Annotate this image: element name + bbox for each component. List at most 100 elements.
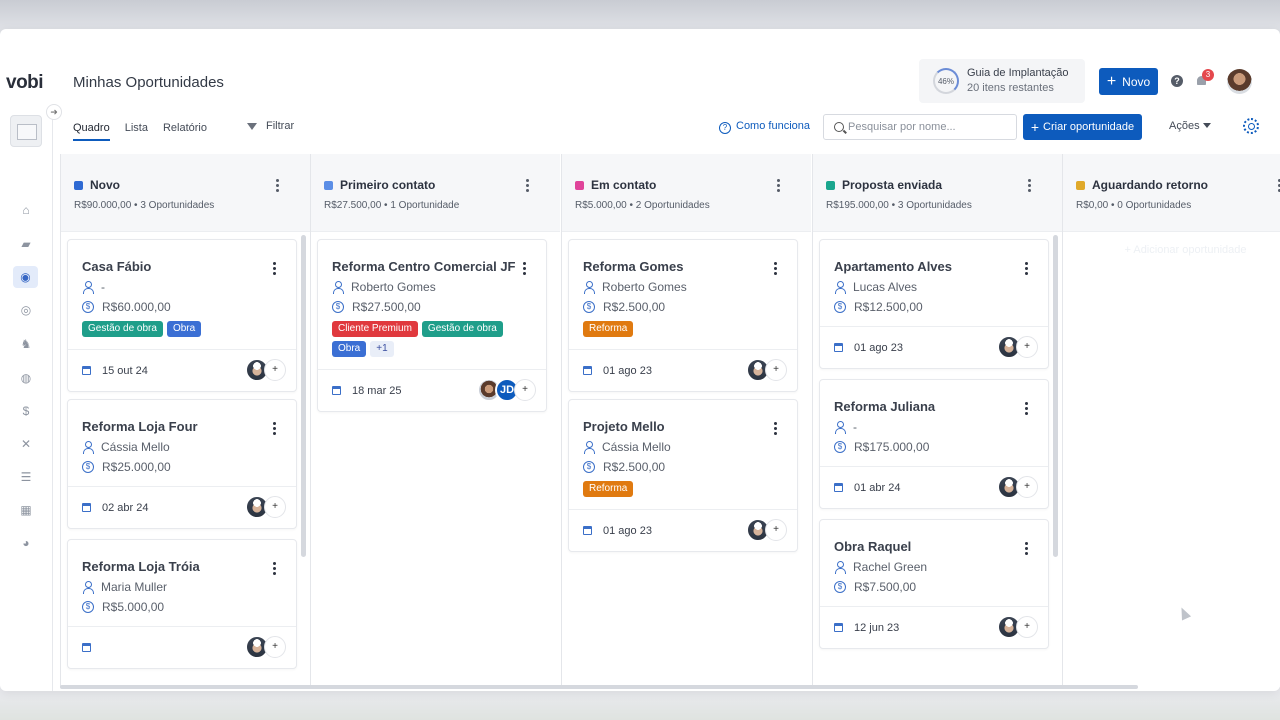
app-logo[interactable]: vobi [6,72,44,94]
tab-relatorio[interactable]: Relatório [163,122,207,134]
tag-badge[interactable]: Gestão de obra [82,321,163,337]
notification-badge: 3 [1202,69,1214,81]
dollar-icon: $ [82,301,94,313]
add-assignee-button[interactable]: + [264,359,286,381]
add-assignee-button[interactable]: + [1016,476,1038,498]
column-header: Em contato R$5.000,00 • 2 Oportunidades [562,154,811,232]
column-header: Novo R$90.000,00 • 3 Oportunidades [61,154,310,232]
column-title: Aguardando retorno [1092,178,1208,192]
card-menu-icon[interactable] [1025,262,1028,277]
column-summary: R$27.500,00 • 1 Oportunidade [324,200,460,211]
card-menu-icon[interactable] [774,262,777,277]
card-menu-icon[interactable] [1025,542,1028,557]
opportunity-card[interactable]: Apartamento Alves Lucas Alves $ R$12.500,… [819,239,1049,369]
opportunity-card[interactable]: Reforma Loja Tróia Maria Muller $ R$5.000… [67,539,297,669]
how-it-works-link[interactable]: ? Como funciona [719,120,810,134]
actions-dropdown[interactable]: Ações [1169,120,1211,132]
column-menu-icon[interactable] [526,179,530,194]
gear-icon[interactable] [1243,118,1259,134]
horizontal-scrollbar[interactable] [60,685,1138,689]
sidebar-compass-icon[interactable]: ◎ [18,303,34,317]
tag-badge[interactable]: Obra [166,321,202,337]
tag-badge[interactable]: Reforma [583,481,634,497]
add-assignee-button[interactable]: + [1016,616,1038,638]
card-menu-icon[interactable] [273,262,276,277]
opportunity-card[interactable]: Reforma Centro Comercial JF Roberto Gome… [317,239,547,412]
add-assignee-button[interactable]: + [264,636,286,658]
card-date: 01 ago 23 [603,524,652,537]
sidebar-divider [52,107,53,691]
card-title: Obra Raquel [834,539,912,554]
plus-icon: + [1106,72,1117,90]
tag-badge[interactable]: Reforma [583,321,634,337]
assignee-avatars: + [997,335,1038,359]
sidebar-dollar-icon[interactable]: $ [18,404,34,418]
sidebar-apps-icon[interactable]: ▦ [18,503,34,517]
card-footer: 18 mar 25 JD + [318,369,546,411]
tag-badge[interactable]: Obra [332,341,367,357]
column-menu-icon[interactable] [276,179,280,194]
new-button[interactable]: + Novo [1099,68,1158,95]
vertical-scrollbar[interactable] [301,235,306,557]
column-4: Aguardando retorno R$0,00 • 0 Oportunida… [1062,154,1280,687]
tag-badge[interactable]: Cliente Premium [332,321,418,337]
opportunity-card[interactable]: Reforma Gomes Roberto Gomes $ R$2.500,00 … [568,239,798,392]
column-menu-icon[interactable] [1028,179,1032,194]
assignee-avatars: + [997,615,1038,639]
sidebar-handshake-icon[interactable]: ◉ [13,266,38,288]
actions-label: Ações [1169,120,1200,132]
create-opportunity-button[interactable]: + Criar oportunidade [1023,114,1142,140]
vertical-scrollbar[interactable] [1053,235,1058,557]
card-client: Cássia Mello [101,440,170,454]
search-box[interactable] [823,114,1017,140]
sidebar-list-icon[interactable]: ☰ [18,470,34,484]
help-icon[interactable]: ? [1171,75,1183,87]
filter-button[interactable]: Filtrar [247,120,294,132]
column-menu-icon[interactable] [777,179,781,194]
dollar-icon: $ [834,581,846,593]
assignee-avatars: + [746,358,787,382]
add-assignee-button[interactable]: + [765,359,787,381]
dollar-icon: $ [834,301,846,313]
card-menu-icon[interactable] [1025,402,1028,417]
column-header: Proposta enviada R$195.000,00 • 3 Oportu… [813,154,1062,232]
company-thumbnail[interactable] [10,115,42,147]
search-input[interactable] [848,121,1008,133]
column-summary: R$5.000,00 • 2 Oportunidades [575,200,710,211]
add-opportunity-link[interactable]: + Adicionar oportunidade [1073,244,1280,256]
card-menu-icon[interactable] [273,562,276,577]
opportunity-card[interactable]: Reforma Loja Four Cássia Mello $ R$25.000… [67,399,297,529]
user-avatar[interactable] [1227,69,1252,94]
tag-badge[interactable]: +1 [370,341,394,357]
add-assignee-button[interactable]: + [765,519,787,541]
tab-quadro[interactable]: Quadro [73,122,110,134]
card-menu-icon[interactable] [523,262,526,277]
opportunity-card[interactable]: Casa Fábio - $ R$60.000,00 Gestão de obra… [67,239,297,392]
sidebar-team-icon[interactable]: ◕ [18,536,34,550]
sidebar-tools-icon[interactable]: ✕ [18,437,34,451]
opportunity-card[interactable]: Reforma Juliana - $ R$175.000,00 01 abr 2… [819,379,1049,509]
card-value: R$2.500,00 [603,300,666,314]
add-assignee-button[interactable]: + [1016,336,1038,358]
card-menu-icon[interactable] [273,422,276,437]
opportunity-card[interactable]: Obra Raquel Rachel Green $ R$7.500,00 12 … [819,519,1049,649]
card-value: R$25.000,00 [102,460,171,474]
opportunity-card[interactable]: Projeto Mello Cássia Mello $ R$2.500,00 R… [568,399,798,552]
sidebar-folder-icon[interactable]: ▰ [18,237,34,251]
card-date: 01 ago 23 [603,364,652,377]
card-footer: + [68,626,296,668]
sidebar-worker-icon[interactable]: ♞ [18,337,34,351]
sidebar-coins-icon[interactable]: ◍ [18,371,34,385]
column-title: Primeiro contato [340,178,436,192]
add-assignee-button[interactable]: + [264,496,286,518]
add-assignee-button[interactable]: + [514,379,536,401]
card-client: - [101,280,105,294]
card-menu-icon[interactable] [774,422,777,437]
implementation-guide[interactable]: 46% Guia de Implantação 20 itens restant… [919,59,1085,103]
calendar-icon [834,483,843,492]
sidebar-home-icon[interactable]: ⌂ [18,203,34,217]
collapse-sidebar-icon[interactable]: ➜ [46,104,62,120]
tab-lista[interactable]: Lista [125,122,148,134]
tag-badge[interactable]: Gestão de obra [421,321,503,337]
card-client: Roberto Gomes [351,280,436,294]
